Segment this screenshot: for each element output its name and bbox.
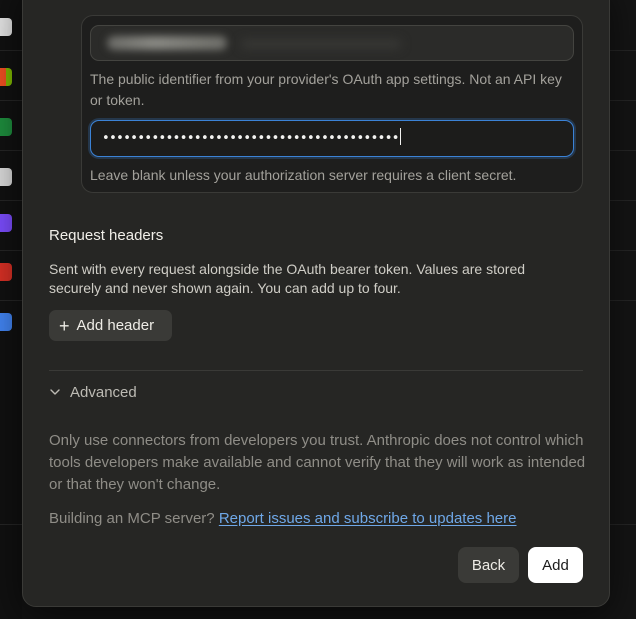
request-headers-description: Sent with every request alongside the OA… [49, 261, 526, 296]
mcp-server-note: Building an MCP server? Report issues an… [49, 510, 517, 527]
oauth-settings-panel: The public identifier from your provider… [81, 15, 583, 193]
connector-dialog: The public identifier from your provider… [22, 0, 610, 607]
microsoft-app-icon [0, 68, 12, 86]
background-right [610, 0, 636, 619]
notion-app-icon [0, 168, 12, 186]
gmail-app-icon [0, 263, 12, 281]
chevron-down-icon [50, 389, 60, 395]
section-divider [49, 370, 583, 371]
client-id-hint: The public identifier from your provider… [90, 71, 562, 108]
request-headers-title: Request headers [49, 227, 164, 244]
client-id-input[interactable] [90, 25, 574, 61]
add-header-label: Add header [76, 317, 155, 334]
client-secret-hint: Leave blank unless your authorization se… [90, 167, 517, 183]
background-sidebar [0, 0, 22, 619]
back-button[interactable]: Back [458, 547, 519, 583]
redacted-client-id [107, 36, 227, 50]
add-button[interactable]: Add [528, 547, 583, 583]
purple-app-icon [0, 214, 12, 232]
mcp-prefix: Building an MCP server? [49, 510, 215, 527]
client-secret-value: ••••••••••••••••••••••••••••••••••••••••… [102, 131, 399, 146]
redacted-client-id-tail [241, 40, 401, 48]
report-issues-link[interactable]: Report issues and subscribe to updates h… [219, 510, 517, 527]
trust-warning: Only use connectors from developers you … [49, 432, 586, 493]
advanced-label: Advanced [70, 383, 137, 401]
advanced-toggle[interactable]: Advanced [49, 382, 137, 402]
client-secret-input[interactable]: ••••••••••••••••••••••••••••••••••••••••… [90, 120, 574, 157]
add-header-button[interactable]: + Add header [49, 310, 172, 341]
plus-icon: + [59, 315, 70, 336]
green-app-icon [0, 118, 12, 136]
text-caret [399, 128, 402, 145]
github-app-icon [0, 18, 12, 36]
calendar-app-icon [0, 313, 12, 331]
